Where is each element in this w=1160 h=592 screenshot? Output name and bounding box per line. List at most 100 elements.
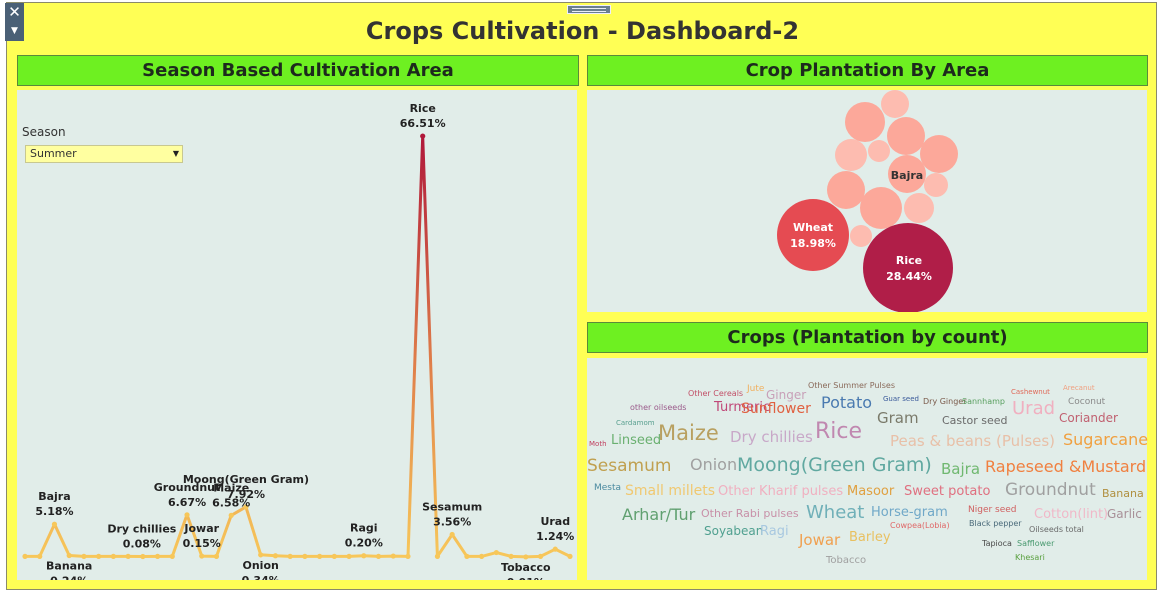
word-cloud-item[interactable]: Black pepper [969,520,1022,528]
data-point[interactable] [96,553,102,559]
word-cloud-item[interactable]: Other Cereals [688,390,743,398]
data-point[interactable] [508,553,514,559]
data-point[interactable] [125,553,131,559]
data-point[interactable] [272,553,279,559]
data-point[interactable] [420,133,426,139]
bubble[interactable] [904,193,934,223]
bubble[interactable] [887,117,925,155]
word-cloud-item[interactable]: Linseed [611,434,661,447]
word-cloud-item[interactable]: Niger seed [968,506,1017,515]
bubble[interactable] [920,135,958,173]
word-cloud-item[interactable]: Tobacco [826,556,866,566]
word-cloud-item[interactable]: Barley [849,531,891,544]
data-point[interactable] [228,512,234,518]
data-point[interactable] [390,553,396,559]
data-point[interactable] [434,553,441,559]
word-cloud-item[interactable]: Castor seed [942,415,1007,426]
menu-dropdown-icon[interactable]: ▼ [5,22,24,41]
data-point[interactable] [81,553,87,559]
data-point[interactable] [110,553,116,559]
close-icon[interactable]: ✕ [5,3,24,22]
word-cloud-item[interactable]: Sunflower [741,402,811,416]
word-cloud-item[interactable]: Other Rabi pulses [701,508,799,519]
data-point[interactable] [464,553,470,559]
word-cloud-item[interactable]: Sesamum [587,458,671,475]
word-cloud-item[interactable]: Wheat [806,504,864,522]
word-cloud-item[interactable]: other oilseeds [630,404,686,412]
data-point[interactable] [154,553,161,559]
word-cloud-item[interactable]: Rice [815,421,862,443]
word-cloud-item[interactable]: Cowpea(Lobia) [890,522,950,530]
data-point[interactable] [258,552,264,558]
data-point[interactable] [51,521,58,527]
word-cloud-item[interactable]: Sweet potato [904,485,990,498]
data-point[interactable] [567,553,573,559]
data-point[interactable] [184,512,190,518]
word-cloud-item[interactable]: Onion [690,457,737,473]
word-cloud-item[interactable]: Bajra [941,462,980,477]
bubble[interactable] [827,171,865,209]
word-cloud-item[interactable]: Moong(Green Gram) [737,456,932,475]
data-point[interactable] [140,553,146,560]
word-cloud-item[interactable]: Tapioca [982,540,1012,548]
word-cloud-item[interactable]: Other Summer Pulses [808,382,895,390]
word-cloud-item[interactable]: Dry Ginger [923,398,967,406]
word-cloud-item[interactable]: Small millets [625,484,715,498]
data-point[interactable] [375,553,382,559]
word-cloud-item[interactable]: Jute [747,385,764,394]
word-cloud-item[interactable]: Cotton(lint) [1034,508,1108,521]
word-cloud-item[interactable]: Jowar [799,533,840,548]
word-cloud-item[interactable]: Rapeseed &Mustard [985,459,1146,475]
word-cloud-item[interactable]: Soyabean [704,525,763,537]
word-cloud-item[interactable]: Horse-gram [871,506,948,519]
bubble-rice[interactable] [863,223,953,312]
data-point[interactable] [479,553,485,559]
data-point[interactable] [331,553,337,559]
data-point[interactable] [66,552,72,559]
bubble-wheat[interactable] [777,199,849,271]
word-cloud-item[interactable]: Masoor [847,485,894,498]
data-point[interactable] [213,553,220,559]
data-point[interactable] [37,553,43,559]
bubble[interactable] [924,173,948,197]
data-point[interactable] [169,553,175,559]
word-cloud-item[interactable]: Ragi [760,525,789,538]
data-point[interactable] [302,553,308,559]
data-point[interactable] [316,553,323,559]
data-point[interactable] [405,553,411,559]
word-cloud-item[interactable]: Arecanut [1063,385,1095,392]
word-cloud-item[interactable]: Ginger [766,389,806,401]
word-cloud-item[interactable]: Gram [877,411,919,426]
word-cloud-item[interactable]: Coconut [1068,398,1105,407]
word-cloud-item[interactable]: Garlic [1107,508,1142,520]
data-point[interactable] [361,553,367,559]
data-point[interactable] [346,553,352,559]
data-point[interactable] [493,549,499,556]
word-cloud-item[interactable]: Oilseeds total [1029,526,1084,534]
word-cloud-item[interactable]: Cashewnut [1011,389,1050,396]
word-cloud-item[interactable]: Khesari [1015,554,1045,562]
word-cloud-item[interactable]: Dry chillies [730,430,813,445]
word-cloud-item[interactable]: Coriander [1059,412,1118,424]
bubble[interactable] [845,102,885,142]
data-point[interactable] [552,546,558,552]
word-cloud-item[interactable]: Groundnut [1005,482,1096,499]
bubble[interactable] [850,225,872,247]
data-point[interactable] [199,553,205,559]
word-cloud-item[interactable]: Mesta [594,484,621,493]
word-cloud-item[interactable]: Safflower [1017,540,1054,548]
bubble[interactable] [835,139,867,171]
word-cloud-item[interactable]: Guar seed [883,396,919,403]
data-point[interactable] [449,531,455,538]
drag-handle[interactable] [567,5,611,14]
word-cloud-item[interactable]: Peas & beans (Pulses) [890,434,1055,449]
bubble[interactable] [860,187,902,229]
word-cloud-item[interactable]: Banana [1102,488,1144,499]
word-cloud-item[interactable]: Maize [658,423,719,444]
word-cloud-item[interactable]: Sannhamp [962,398,1005,406]
data-point[interactable] [287,553,293,559]
word-cloud-item[interactable]: Arhar/Tur [622,507,695,523]
word-cloud-item[interactable]: Moth [589,441,607,448]
data-point[interactable] [22,553,28,559]
word-cloud-item[interactable]: Urad [1012,400,1055,418]
